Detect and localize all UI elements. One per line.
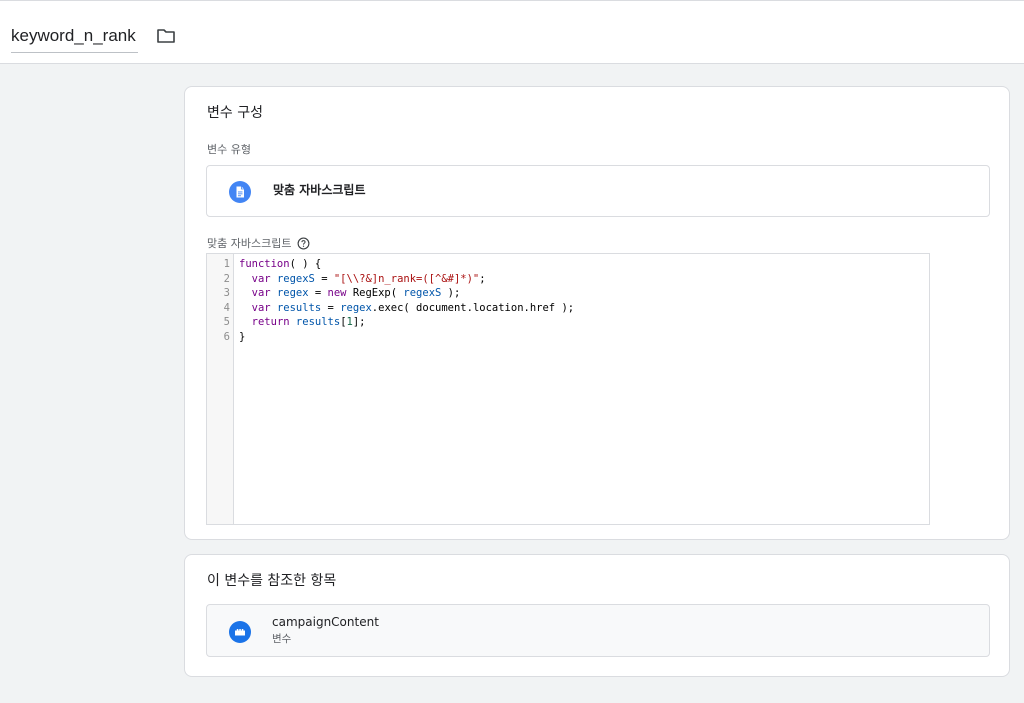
reference-item-name: campaignContent — [272, 615, 379, 629]
code-line: function( ) { — [239, 258, 322, 270]
variable-config-card: 변수 구성 변수 유형 맞춤 자바스크립트 맞춤 자바스크립트 1 2 3 4 — [184, 86, 1010, 540]
custom-js-label-row: 맞춤 자바스크립트 — [207, 235, 310, 251]
line-number: 2 — [223, 272, 230, 285]
variable-block-icon — [229, 621, 251, 643]
line-number: 6 — [223, 330, 230, 343]
variable-type-selector[interactable]: 맞춤 자바스크립트 — [206, 165, 990, 217]
line-number: 3 — [223, 287, 230, 299]
code-line: return results[1]; — [251, 316, 366, 328]
line-number: 1 — [223, 258, 230, 270]
references-card: 이 변수를 참조한 항목 campaignContent 변수 — [184, 554, 1010, 677]
references-card-title: 이 변수를 참조한 항목 — [207, 573, 337, 589]
custom-js-label: 맞춤 자바스크립트 — [207, 237, 292, 250]
line-number: 4 — [223, 301, 230, 314]
code-line: var results = regex.exec( document.locat… — [251, 301, 575, 314]
variable-type-label: 변수 유형 — [207, 143, 251, 156]
variable-name-input[interactable]: keyword_n_rank — [11, 25, 138, 53]
line-number-gutter: 1 2 3 4 5 6 — [207, 254, 234, 524]
help-icon[interactable] — [297, 237, 310, 250]
variable-type-name: 맞춤 자바스크립트 — [273, 183, 366, 197]
reference-item-type: 변수 — [272, 633, 292, 645]
code-line: } — [239, 330, 246, 343]
folder-icon[interactable] — [156, 27, 176, 45]
code-line: var regex = new RegExp( regexS ); — [251, 287, 461, 299]
reference-item[interactable]: campaignContent 변수 — [206, 604, 990, 657]
document-icon — [229, 181, 251, 203]
code-editor[interactable]: 1 2 3 4 5 6 function( ) { var regexS = "… — [206, 253, 930, 525]
code-line: var regexS = "[\\?&]n_rank=([^&#]*)"; — [251, 272, 486, 285]
config-card-title: 변수 구성 — [207, 105, 263, 121]
line-number: 5 — [223, 316, 230, 328]
top-bar: keyword_n_rank — [0, 0, 1024, 64]
